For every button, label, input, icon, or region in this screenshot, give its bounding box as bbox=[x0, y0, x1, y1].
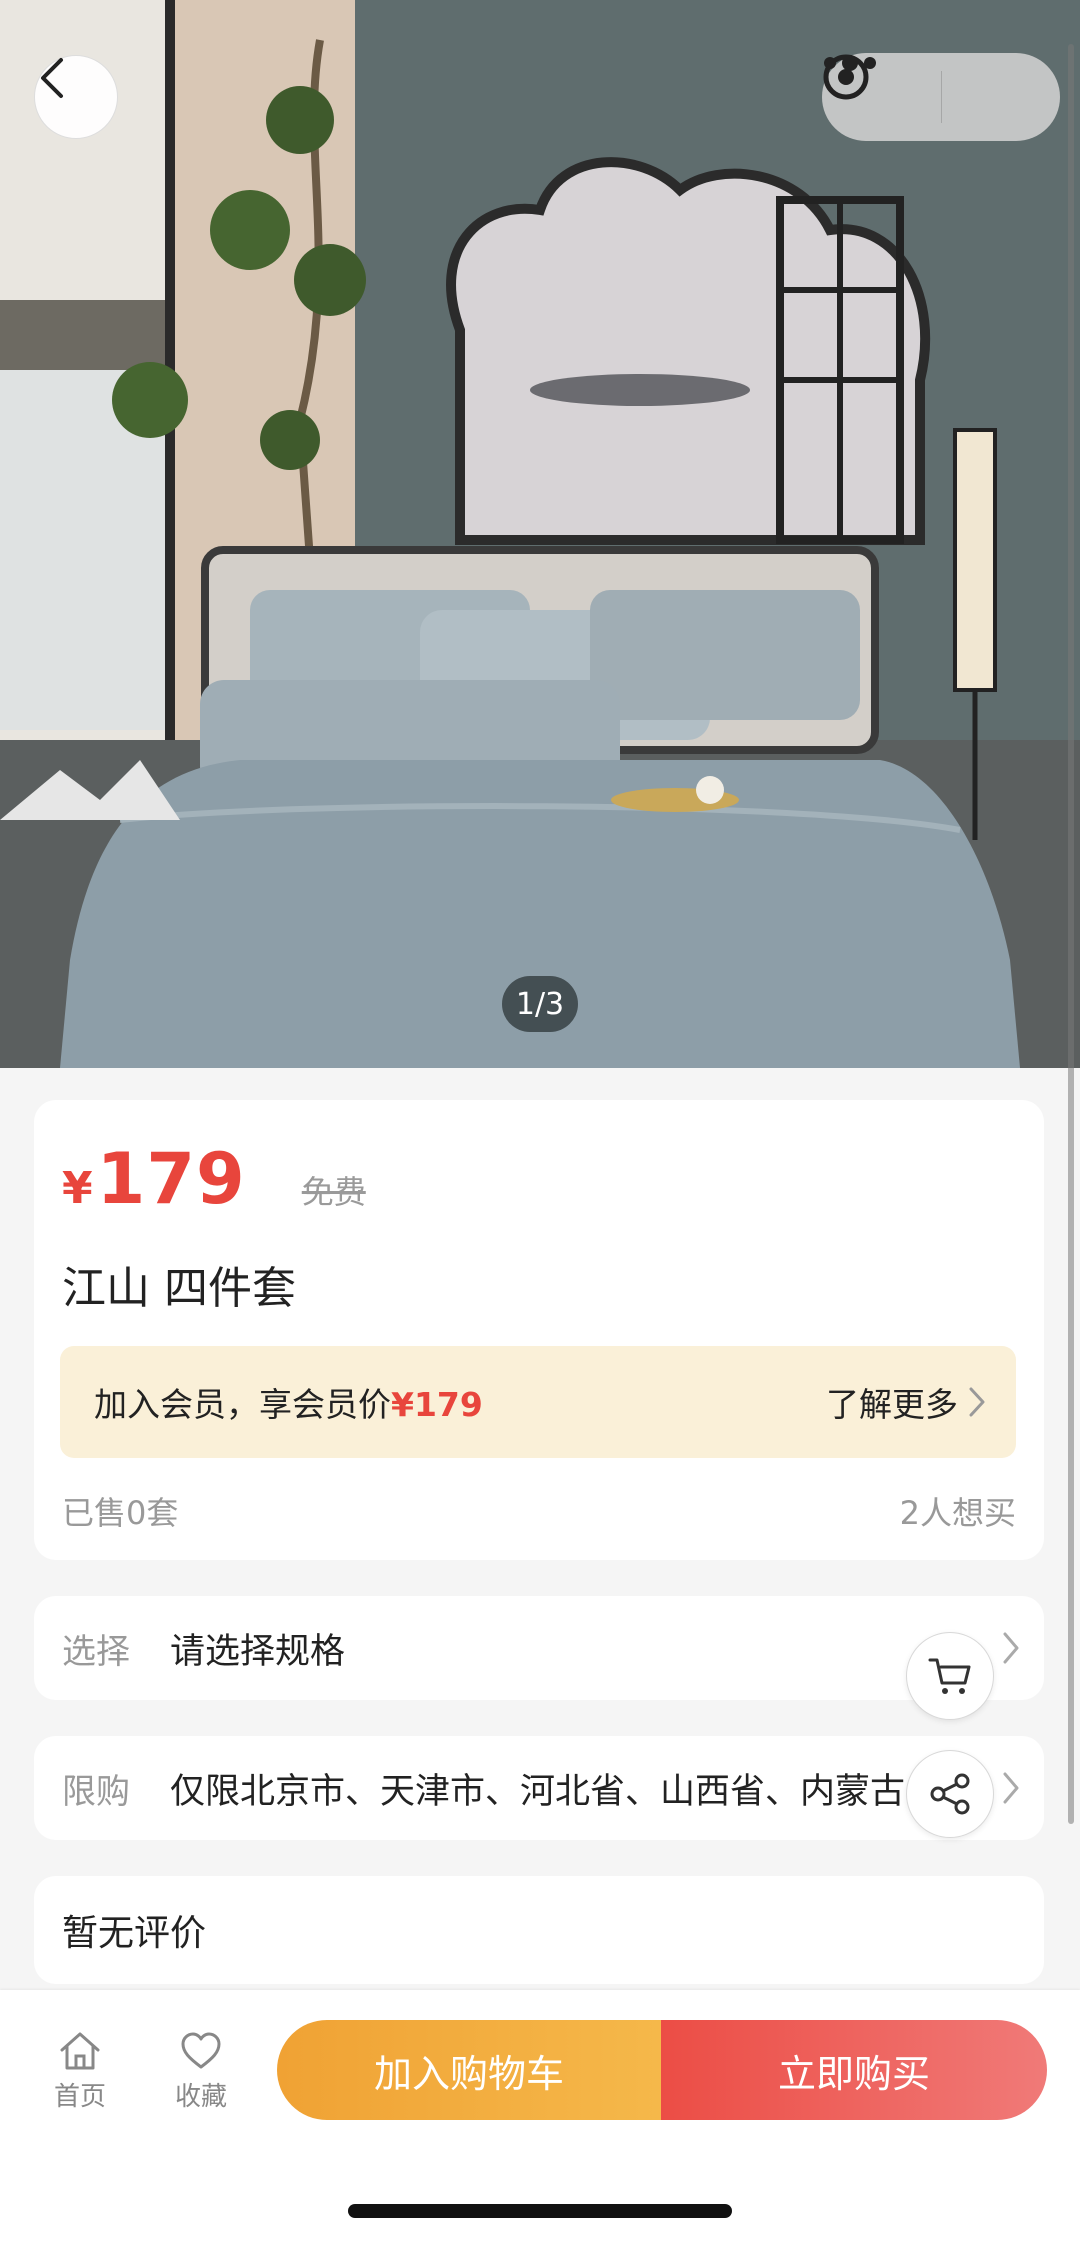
spec-select-row[interactable]: 选择 请选择规格 bbox=[34, 1596, 1044, 1700]
spec-value: 请选择规格 bbox=[170, 1631, 346, 1672]
home-icon bbox=[60, 2032, 100, 2070]
price-card: ¥ 179 免费 江山 四件套 加入会员，享会员价¥179 了解更多 已售0套 … bbox=[34, 1100, 1044, 1560]
product-image-carousel[interactable]: 1/3 bbox=[0, 0, 1080, 1068]
price-row: ¥ 179 免费 bbox=[62, 1138, 366, 1220]
floating-share-button[interactable] bbox=[906, 1750, 994, 1838]
floating-cart-button[interactable] bbox=[906, 1632, 994, 1720]
home-indicator bbox=[348, 2204, 732, 2218]
heart-icon bbox=[181, 2032, 221, 2069]
purchase-limit-row[interactable]: 限购 仅限北京市、天津市、河北省、山西省、内蒙古 bbox=[34, 1736, 1044, 1840]
chevron-right-icon bbox=[969, 1387, 985, 1417]
original-price: 免费 bbox=[301, 1173, 366, 1211]
bottom-action-bar: 首页 收藏 加入购物车 立即购买 bbox=[0, 1990, 1080, 2243]
no-reviews-text: 暂无评价 bbox=[62, 1913, 207, 1954]
product-photo bbox=[0, 0, 1080, 1068]
spec-label: 选择 bbox=[62, 1631, 130, 1672]
chevron-right-icon bbox=[1003, 1772, 1019, 1804]
sold-count: 已售0套 bbox=[62, 1494, 179, 1532]
member-banner[interactable]: 加入会员，享会员价¥179 了解更多 bbox=[60, 1346, 1016, 1458]
member-price: ¥179 bbox=[391, 1385, 483, 1424]
target-icon bbox=[823, 54, 869, 100]
page-scrollbar[interactable] bbox=[1068, 44, 1074, 1824]
member-text: 加入会员，享会员价¥179 bbox=[60, 1378, 483, 1426]
learn-more-link[interactable]: 了解更多 bbox=[826, 1378, 1016, 1426]
image-pager: 1/3 bbox=[502, 976, 578, 1032]
currency-symbol: ¥ bbox=[62, 1163, 93, 1214]
limit-value: 仅限北京市、天津市、河北省、山西省、内蒙古 bbox=[170, 1771, 906, 1812]
product-title: 江山 四件套 bbox=[62, 1263, 296, 1314]
favorite-label: 收藏 bbox=[174, 2082, 227, 2112]
chevron-left-icon bbox=[41, 58, 63, 98]
favorite-tab[interactable]: 收藏 bbox=[151, 2030, 251, 2113]
close-miniprogram-button[interactable] bbox=[823, 53, 1061, 141]
home-label: 首页 bbox=[53, 2082, 106, 2112]
limit-label: 限购 bbox=[62, 1771, 130, 1812]
learn-more-label: 了解更多 bbox=[826, 1385, 958, 1424]
want-count: 2人想买 bbox=[899, 1494, 1016, 1532]
add-to-cart-button[interactable]: 加入购物车 bbox=[277, 2020, 661, 2120]
share-icon bbox=[930, 1773, 970, 1815]
chevron-right-icon bbox=[1003, 1632, 1019, 1664]
sale-price: 179 bbox=[96, 1138, 246, 1220]
purchase-buttons: 加入购物车 立即购买 bbox=[277, 2020, 1047, 2120]
reviews-card[interactable]: 暂无评价 bbox=[34, 1876, 1044, 1984]
mini-program-capsule bbox=[822, 53, 1060, 141]
cart-icon bbox=[928, 1658, 971, 1694]
home-tab[interactable]: 首页 bbox=[30, 2030, 130, 2113]
buy-now-button[interactable]: 立即购买 bbox=[661, 2020, 1047, 2120]
member-prefix: 加入会员，享会员价 bbox=[94, 1385, 391, 1424]
back-button[interactable] bbox=[34, 55, 118, 139]
